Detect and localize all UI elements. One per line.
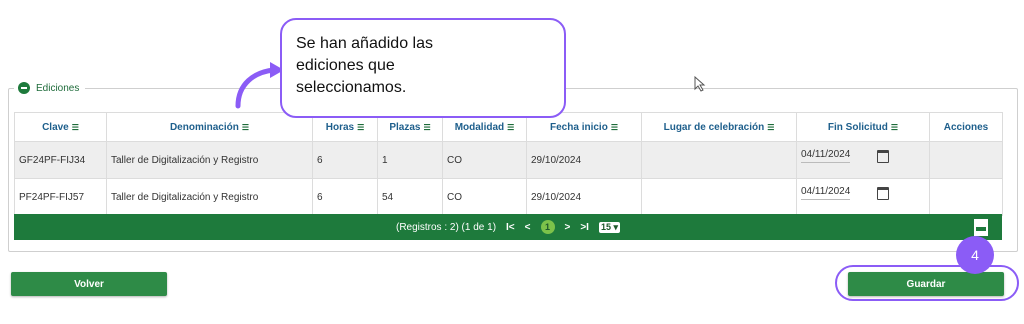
cell-fecha-inicio: 29/10/2024	[526, 141, 642, 179]
col-header-fin-solicitud[interactable]: Fin Solicitud ☰	[796, 112, 930, 142]
mouse-cursor-icon	[694, 76, 706, 92]
page-size-select[interactable]: 15 ▾	[598, 221, 621, 233]
callout-line: seleccionamos.	[296, 79, 407, 96]
cell-clave: PF24PF-FIJ57	[14, 178, 107, 216]
cell-lugar	[641, 178, 797, 216]
fin-solicitud-datepicker[interactable]: 04/11/2024	[801, 186, 925, 200]
sort-icon[interactable]: ☰	[357, 123, 364, 132]
sort-icon[interactable]: ☰	[507, 123, 514, 132]
callout-line: Se han añadido las	[296, 35, 433, 52]
callout-arrow-icon	[235, 62, 284, 109]
sort-icon[interactable]: ☰	[891, 123, 898, 132]
guardar-highlight-ring	[835, 265, 1019, 301]
col-header-clave[interactable]: Clave ☰	[14, 112, 107, 142]
col-header-denominacion[interactable]: Denominación ☰	[106, 112, 313, 142]
cell-denominacion: Taller de Digitalización y Registro	[106, 178, 313, 216]
ediciones-table: Clave ☰ Denominación ☰ Horas ☰ Plazas ☰ Moda…	[14, 112, 1003, 216]
cell-horas: 6	[312, 178, 378, 216]
sort-icon[interactable]: ☰	[242, 123, 249, 132]
page-size-value: 15	[600, 221, 611, 232]
cell-plazas: 1	[377, 141, 443, 179]
cell-clave: GF24PF-FIJ34	[14, 141, 107, 179]
cell-modalidad: CO	[442, 141, 527, 179]
cell-fecha-inicio: 29/10/2024	[526, 178, 642, 216]
cell-denominacion: Taller de Digitalización y Registro	[106, 141, 313, 179]
volver-button[interactable]: Volver	[11, 272, 167, 296]
sort-icon[interactable]: ☰	[767, 123, 774, 132]
cell-acciones	[929, 178, 1003, 216]
callout-line: ediciones que	[296, 57, 395, 74]
current-page-indicator[interactable]: 1	[540, 220, 555, 234]
table-row[interactable]: GF24PF-FIJ34 Taller de Digitalización y …	[14, 141, 1003, 179]
fin-solicitud-datepicker[interactable]: 04/11/2024	[801, 149, 925, 163]
collapse-icon[interactable]	[18, 82, 30, 94]
col-header-lugar[interactable]: Lugar de celebración ☰	[641, 112, 797, 142]
sort-icon[interactable]: ☰	[423, 123, 430, 132]
cell-plazas: 54	[377, 178, 443, 216]
records-summary: (Registros : 2) (1 de 1)	[395, 221, 497, 233]
cell-modalidad: CO	[442, 178, 527, 216]
cell-acciones	[929, 141, 1003, 179]
col-header-acciones: Acciones	[929, 112, 1003, 142]
cell-fin-solicitud[interactable]: 04/11/2024	[796, 178, 930, 216]
next-page-button[interactable]: >	[565, 222, 571, 233]
cell-horas: 6	[312, 141, 378, 179]
fin-solicitud-value[interactable]: 04/11/2024	[801, 149, 851, 163]
ediciones-legend[interactable]: Ediciones	[14, 80, 86, 96]
step-badge: 4	[956, 236, 994, 274]
first-page-button[interactable]: I<	[506, 222, 515, 233]
cell-fin-solicitud[interactable]: 04/11/2024	[796, 141, 930, 179]
calendar-icon[interactable]	[877, 186, 889, 200]
sort-icon[interactable]: ☰	[611, 123, 618, 132]
last-page-button[interactable]: >I	[580, 222, 589, 233]
callout-bubble: Se han añadido las ediciones que selecci…	[280, 18, 566, 118]
legend-label: Ediciones	[36, 82, 80, 94]
fin-solicitud-value[interactable]: 04/11/2024	[801, 186, 851, 200]
table-row[interactable]: PF24PF-FIJ57 Taller de Digitalización y …	[14, 178, 1003, 216]
sort-icon[interactable]: ☰	[72, 123, 79, 132]
prev-page-button[interactable]: <	[525, 222, 531, 233]
cell-lugar	[641, 141, 797, 179]
pagination-bar: (Registros : 2) (1 de 1) I< < 1 > >I 15 …	[14, 214, 1002, 240]
calendar-icon[interactable]	[877, 149, 889, 163]
export-excel-icon[interactable]	[973, 218, 989, 237]
